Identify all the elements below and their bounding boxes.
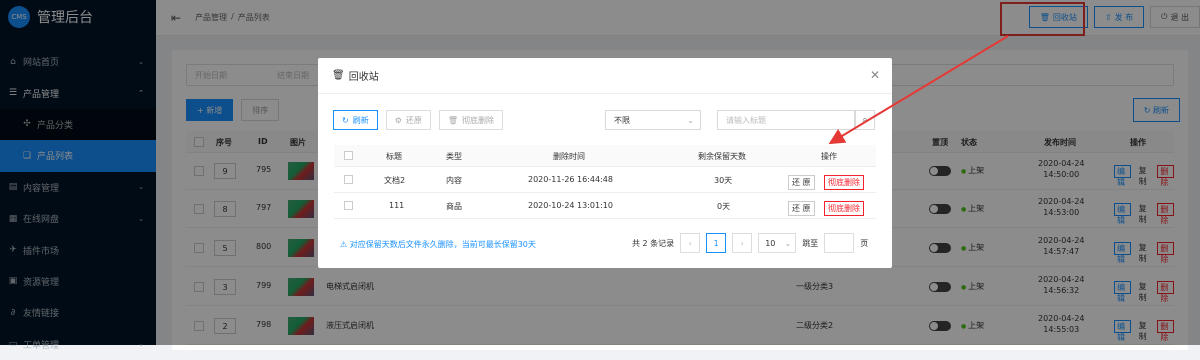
recycle-bin-dialog: 🗑 回收站 ✕ ↻ 刷新 ⚙ 还原 🗑 彻底删除 不限 ⌄ 请输入标题 ⌕ 标题 类型… xyxy=(318,58,892,268)
dialog-title: 回收站 xyxy=(348,72,379,83)
row-restore-button[interactable]: 还 原 xyxy=(788,201,815,216)
jump-page-input[interactable] xyxy=(824,233,855,253)
next-page-button[interactable]: › xyxy=(732,233,753,253)
row-checkbox[interactable] xyxy=(344,201,353,210)
recycle-table: 标题 类型 删除时间 剩余保留天数 操作 文档2 内容 2020-11-26 1… xyxy=(334,145,876,219)
keyword-input[interactable]: 请输入标题 xyxy=(717,110,855,130)
row-days-left: 30天 xyxy=(714,176,733,185)
close-icon[interactable]: ✕ xyxy=(870,68,880,82)
table-row: 111 商品 2020-10-24 13:01:10 0天 还 原 彻底删除 xyxy=(334,193,876,219)
row-deleted-time: 2020-10-24 13:01:10 xyxy=(528,201,613,210)
col-actions: 操作 xyxy=(821,152,837,161)
page-size-select[interactable]: 10 ⌄ xyxy=(758,233,797,253)
row-purge-button[interactable]: 彻底删除 xyxy=(824,201,864,216)
type-filter-value: 不限 xyxy=(614,115,630,125)
type-filter-select[interactable]: 不限 ⌄ xyxy=(605,110,701,130)
page-unit-label: 页 xyxy=(860,238,869,248)
col-days-left: 剩余保留天数 xyxy=(698,152,746,161)
dialog-toolbar: ↻ 刷新 ⚙ 还原 🗑 彻底删除 xyxy=(333,110,504,130)
jump-label: 跳至 xyxy=(802,238,819,248)
recycle-table-header: 标题 类型 删除时间 剩余保留天数 操作 xyxy=(334,145,876,167)
warning-icon: ⚠ xyxy=(340,240,350,249)
select-all-checkbox[interactable] xyxy=(344,151,353,160)
row-purge-button[interactable]: 彻底删除 xyxy=(824,175,864,190)
dialog-restore-label: 还原 xyxy=(405,115,422,125)
col-title: 标题 xyxy=(386,152,402,161)
row-title: 文档2 xyxy=(384,176,406,185)
dialog-purge-button[interactable]: 🗑 彻底删除 xyxy=(438,110,504,130)
row-restore-button[interactable]: 还 原 xyxy=(788,175,815,190)
refresh-icon: ↻ xyxy=(342,115,349,125)
retention-tip: ⚠ 对应保留天数后文件永久删除，当前可最长保留30天 xyxy=(340,239,536,250)
trash-icon: 🗑 xyxy=(332,70,345,81)
gear-icon: ⚙ xyxy=(394,115,402,125)
total-records: 共 2 条记录 xyxy=(632,238,675,248)
search-button[interactable]: ⌕ xyxy=(855,110,875,130)
chevron-left-icon: ‹ xyxy=(688,238,692,248)
dialog-refresh-label: 刷新 xyxy=(352,115,369,125)
pagination: 共 2 条记录 ‹ 1 › 10 ⌄ 跳至 页 xyxy=(632,233,868,253)
keyword-placeholder: 请输入标题 xyxy=(726,115,766,125)
prev-page-button[interactable]: ‹ xyxy=(680,233,701,253)
dialog-restore-button[interactable]: ⚙ 还原 xyxy=(385,110,431,130)
chevron-down-icon: ⌄ xyxy=(784,238,792,248)
search-icon: ⌕ xyxy=(862,115,868,125)
dialog-refresh-button[interactable]: ↻ 刷新 xyxy=(333,110,378,130)
dialog-purge-label: 彻底删除 xyxy=(462,115,495,125)
col-type: 类型 xyxy=(446,152,462,161)
row-days-left: 0天 xyxy=(717,202,731,211)
dialog-header: 🗑 回收站 xyxy=(318,58,892,94)
retention-tip-text: 对应保留天数后文件永久删除，当前可最长保留30天 xyxy=(349,240,536,249)
page-number-button[interactable]: 1 xyxy=(706,233,727,253)
col-deleted-time: 删除时间 xyxy=(553,152,585,161)
table-row: 文档2 内容 2020-11-26 16:44:48 30天 还 原 彻底删除 xyxy=(334,167,876,193)
row-title: 111 xyxy=(389,201,405,210)
row-deleted-time: 2020-11-26 16:44:48 xyxy=(528,175,613,184)
chevron-down-icon: ⌄ xyxy=(687,115,694,125)
page-size-value: 10 xyxy=(765,238,776,248)
row-type: 内容 xyxy=(446,176,462,185)
chevron-right-icon: › xyxy=(740,238,744,248)
row-checkbox[interactable] xyxy=(344,175,353,184)
row-type: 商品 xyxy=(446,202,462,211)
trash-icon: 🗑 xyxy=(447,115,459,125)
